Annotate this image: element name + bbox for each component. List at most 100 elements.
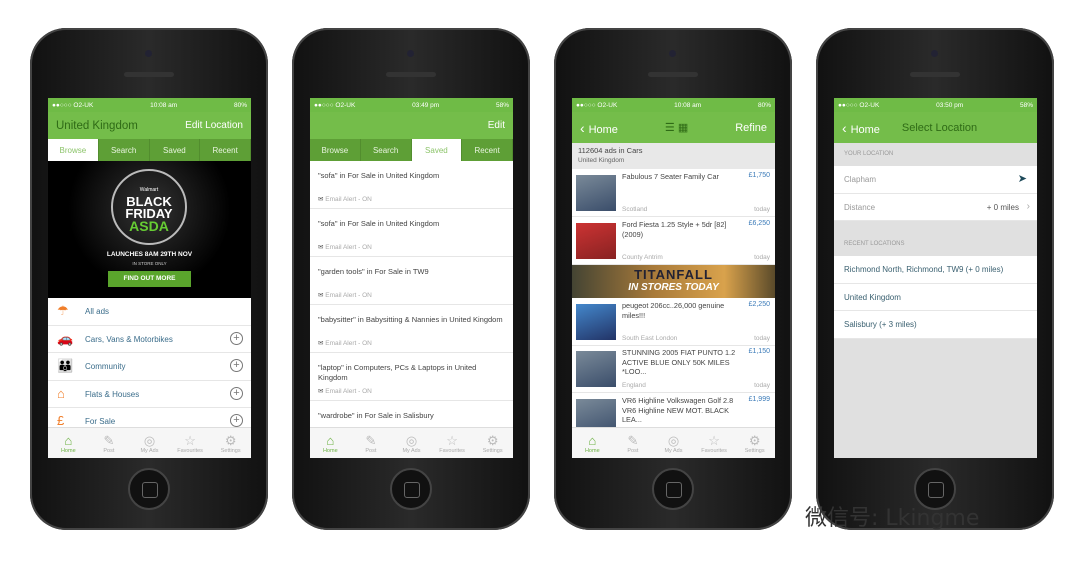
tab-recent[interactable]: Recent: [462, 139, 513, 161]
grid-view-icon[interactable]: ▦: [678, 122, 688, 134]
current-location: Clapham: [844, 175, 877, 184]
saved-search-row[interactable]: "laptop" in Computers, PCs & Laptops in …: [310, 353, 513, 401]
back-label: Home: [850, 123, 880, 136]
chevron-left-icon: ‹: [580, 119, 589, 136]
bottom-tab-bar: ⌂ Home ✎ Post ◎ My Ads ☆ Favourites ⚙ Settings: [310, 427, 513, 458]
chevron-right-icon: ›: [1026, 201, 1030, 212]
tabbar-settings[interactable]: ⚙ Settings: [210, 428, 251, 458]
result-location: United Kingdom: [578, 157, 625, 164]
recent-location-row[interactable]: Salisbury (+ 3 miles): [834, 311, 1037, 339]
carrier: ●●○○○ O2-UK: [314, 101, 356, 109]
ad-thumbnail: [576, 351, 616, 387]
recent-location-label: Salisbury (+ 3 miles): [844, 320, 917, 329]
ad-price: £2,250: [748, 301, 770, 308]
email-alert-status: ✉ Email Alert - ON: [318, 387, 372, 395]
tabbar-post[interactable]: ✎ Post: [351, 428, 392, 458]
distance-value: + 0 miles: [986, 203, 1019, 212]
ad-title: Ford Fiesta 1.25 Style + 5dr [82] (2009): [622, 220, 727, 239]
back-label: Home: [588, 123, 618, 136]
pin-icon: ✎: [103, 432, 115, 448]
edit-button[interactable]: Edit: [488, 120, 505, 131]
ad-listing[interactable]: Ford Fiesta 1.25 Style + 5dr [82] (2009)…: [572, 217, 775, 265]
tabbar-favourites[interactable]: ☆ Favourites: [694, 428, 735, 458]
carrier: ●●○○○ O2-UK: [838, 101, 880, 109]
expand-plus-icon[interactable]: +: [230, 386, 243, 400]
phone-4: ●●○○○ O2-UK 03:50 pm 58% ‹ Home Select Locat…: [816, 28, 1054, 530]
ad-price: £1,750: [748, 172, 770, 179]
email-alert-label: Email Alert - ON: [325, 340, 372, 347]
back-button[interactable]: ‹ Home: [580, 120, 618, 136]
clock: 03:50 pm: [936, 101, 964, 109]
tabbar-label: Settings: [220, 447, 241, 454]
saved-search-row[interactable]: "sofa" in For Sale in United Kingdom ✉ Em…: [310, 161, 513, 209]
tabbar-label: Favourites: [439, 447, 465, 454]
category-row[interactable]: ⌂ Flats & Houses +: [48, 381, 251, 408]
expand-plus-icon[interactable]: +: [230, 331, 243, 345]
ad-listing[interactable]: Fabulous 7 Seater Family Car £1,750 Scotla…: [572, 169, 775, 217]
category-label: Community: [85, 362, 126, 371]
edit-location-button[interactable]: Edit Location: [185, 120, 243, 131]
tabbar-home[interactable]: ⌂ Home: [310, 428, 351, 458]
tabbar-favourites[interactable]: ☆ Favourites: [170, 428, 211, 458]
tabbar-settings[interactable]: ⚙ Settings: [472, 428, 513, 458]
black-friday-banner[interactable]: Walmart BLACK FRIDAY ASDA LAUNCHES 8AM 29TH …: [48, 161, 251, 298]
refine-button[interactable]: Refine: [735, 122, 767, 134]
tab-browse[interactable]: Browse: [310, 139, 361, 161]
camera: [931, 50, 938, 57]
category-label: For Sale: [85, 417, 116, 426]
current-location-row[interactable]: Clapham ➤: [834, 166, 1037, 194]
home-button[interactable]: [128, 468, 170, 510]
recent-location-row[interactable]: Richmond North, Richmond, TW9 (+ 0 miles…: [834, 256, 1037, 284]
saved-search-row[interactable]: "babysitter" in Babysitting & Nannies in…: [310, 305, 513, 353]
ad-price: £1,999: [748, 396, 770, 403]
titanfall-ad-banner[interactable]: TITANFALL IN STORES TODAY: [572, 265, 775, 298]
tab-browse[interactable]: Browse: [48, 139, 99, 161]
expand-plus-icon[interactable]: +: [230, 359, 243, 372]
tab-recent[interactable]: Recent: [200, 139, 251, 161]
phone-1: ●●○○○ O2-UK 10:08 am 80% United Kingdom Edit…: [30, 28, 268, 530]
category-row[interactable]: 👪 Community +: [48, 353, 251, 381]
home-button[interactable]: [652, 468, 694, 510]
distance-row[interactable]: Distance + 0 miles ›: [834, 194, 1037, 221]
tabbar-my-ads[interactable]: ◎ My Ads: [129, 428, 170, 458]
tab-saved[interactable]: Saved: [411, 139, 463, 161]
email-alert-status: ✉ Email Alert - ON: [318, 339, 372, 347]
ad-listing[interactable]: peugeot 206cc..26,000 genuine miles!!! £2…: [572, 298, 775, 346]
result-count: 112604 ads in Cars: [578, 146, 643, 155]
category-label: Cars, Vans & Motorbikes: [85, 334, 173, 344]
distance-label: Distance: [844, 203, 876, 212]
expand-plus-icon[interactable]: +: [230, 414, 243, 427]
recent-location-row[interactable]: United Kingdom: [834, 283, 1037, 311]
speaker: [910, 72, 960, 77]
ad-date: today: [754, 254, 770, 261]
saved-search-row[interactable]: "garden tools" in For Sale in TW9 ✉ Email…: [310, 257, 513, 305]
tabbar-favourites[interactable]: ☆ Favourites: [432, 428, 473, 458]
tabbar-my-ads[interactable]: ◎ My Ads: [391, 428, 432, 458]
ad-listing[interactable]: STUNNING 2005 FIAT PUNTO 1.2 ACTIVE BLUE…: [572, 345, 775, 393]
home-button[interactable]: [390, 468, 432, 510]
tabbar-post[interactable]: ✎ Post: [89, 428, 130, 458]
view-toggle[interactable]: ☰ ▦: [665, 121, 688, 134]
nav-header: ‹ Home Select Location: [834, 112, 1037, 143]
list-view-icon[interactable]: ☰: [665, 122, 678, 134]
tab-search[interactable]: Search: [361, 139, 412, 161]
category-row[interactable]: ☂ All ads: [48, 298, 251, 326]
tabbar-post[interactable]: ✎ Post: [613, 428, 654, 458]
home-icon: ⌂: [326, 432, 335, 448]
tab-saved[interactable]: Saved: [150, 139, 201, 161]
find-out-more-button[interactable]: FIND OUT MORE: [108, 271, 191, 287]
email-alert-label: Email Alert - ON: [325, 388, 372, 395]
saved-search-row[interactable]: "sofa" in For Sale in United Kingdom ✉ Em…: [310, 209, 513, 257]
bottom-tab-bar: ⌂ Home ✎ Post ◎ My Ads ☆ Favourites ⚙ Settings: [48, 427, 251, 458]
tabbar-label: Home: [60, 447, 76, 454]
ad-thumbnail: [576, 175, 616, 211]
category-row[interactable]: 🚗 Cars, Vans & Motorbikes +: [48, 326, 251, 353]
tabbar-home[interactable]: ⌂ Home: [572, 428, 613, 458]
tabbar-my-ads[interactable]: ◎ My Ads: [653, 428, 694, 458]
tabbar-home[interactable]: ⌂ Home: [48, 428, 89, 458]
location-arrow-icon[interactable]: ➤: [1018, 172, 1027, 185]
back-button[interactable]: ‹ Home: [842, 120, 880, 136]
tabbar-label: Home: [584, 447, 600, 454]
tab-search[interactable]: Search: [99, 139, 150, 161]
tabbar-settings[interactable]: ⚙ Settings: [734, 428, 775, 458]
